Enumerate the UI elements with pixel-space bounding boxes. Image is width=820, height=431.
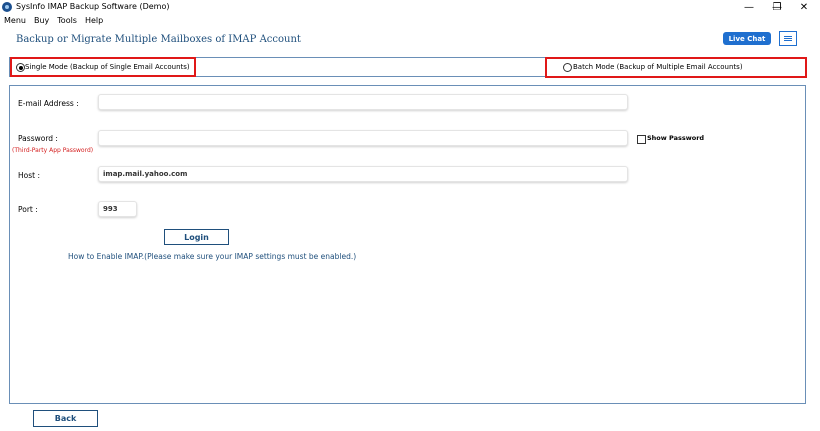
show-password-checkbox[interactable] — [637, 135, 646, 144]
menu-bar: Menu Buy Tools Help — [0, 15, 107, 27]
batch-mode-option[interactable]: Batch Mode (Backup of Multiple Email Acc… — [545, 57, 807, 78]
email-field[interactable] — [98, 94, 628, 110]
single-mode-option[interactable]: Single Mode (Backup of Single Email Acco… — [10, 57, 196, 77]
password-note: (Third-Party App Password) — [12, 147, 94, 154]
hamburger-menu-icon[interactable] — [779, 31, 797, 46]
password-label: Password : — [18, 134, 58, 143]
enable-imap-link[interactable]: How to Enable IMAP.(Please make sure you… — [68, 252, 356, 261]
batch-mode-radio[interactable] — [563, 63, 572, 72]
port-label: Port : — [18, 205, 38, 214]
show-password-label: Show Password — [647, 134, 705, 142]
close-icon[interactable]: ✕ — [790, 0, 818, 14]
host-label: Host : — [18, 171, 40, 180]
menu-item-buy[interactable]: Buy — [30, 15, 53, 27]
menu-item-tools[interactable]: Tools — [53, 15, 81, 27]
minimize-button[interactable]: — — [735, 0, 763, 14]
host-field[interactable]: imap.mail.yahoo.com — [98, 166, 628, 182]
password-field[interactable] — [98, 130, 628, 146]
page-title: Backup or Migrate Multiple Mailboxes of … — [16, 34, 301, 45]
menu-item-menu[interactable]: Menu — [0, 15, 30, 27]
menu-item-help[interactable]: Help — [81, 15, 107, 27]
restore-icon[interactable]: ❐ — [763, 0, 791, 14]
email-label: E-mail Address : — [18, 99, 79, 108]
single-mode-label: Single Mode (Backup of Single Email Acco… — [25, 63, 190, 71]
single-mode-radio[interactable] — [16, 63, 25, 72]
login-button[interactable]: Login — [164, 229, 229, 245]
live-chat-button[interactable]: Live Chat — [723, 32, 771, 45]
window-title: SysInfo IMAP Backup Software (Demo) — [16, 2, 170, 11]
back-button[interactable]: Back — [33, 410, 98, 427]
app-logo-icon — [2, 2, 12, 12]
batch-mode-label: Batch Mode (Backup of Multiple Email Acc… — [573, 63, 743, 71]
port-field[interactable]: 993 — [98, 201, 137, 217]
